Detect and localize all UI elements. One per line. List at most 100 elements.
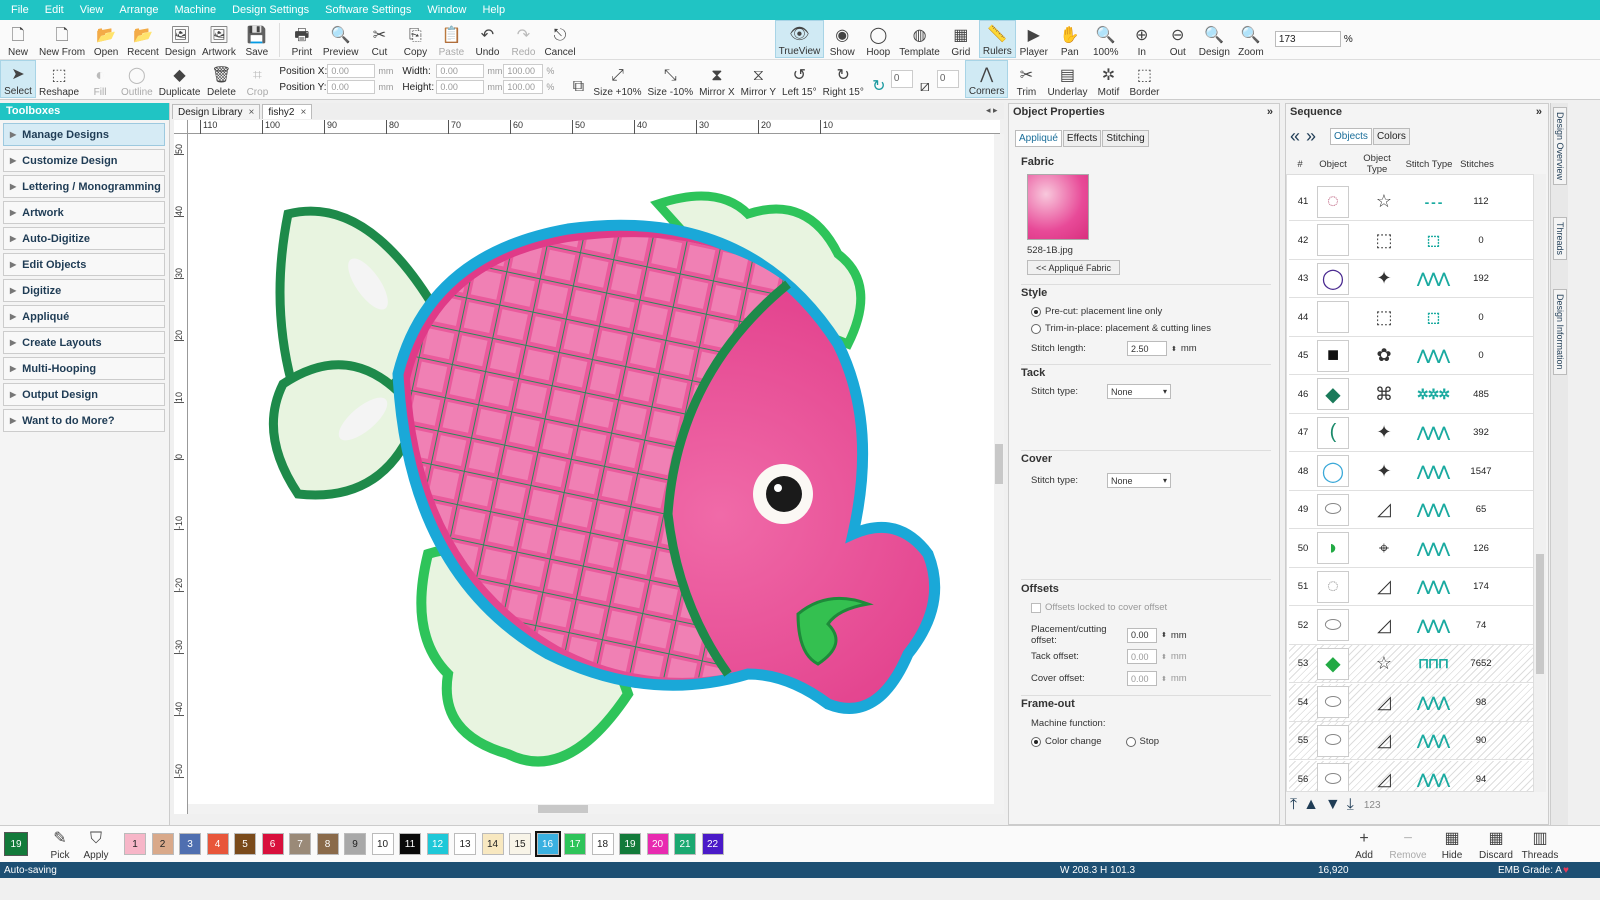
toolbox-multi-hooping[interactable]: ▶ Multi-Hooping [3,357,165,380]
side-tab-design-information[interactable]: Design Information [1553,289,1567,375]
thread-color-swatch[interactable]: 21 [674,833,696,855]
new-button[interactable]: 🗋 New [0,20,36,58]
doc-tab-design-library[interactable]: Design Library × [172,104,261,119]
tab-objects[interactable]: Objects [1330,128,1372,145]
cut-button[interactable]: ✂ Cut [361,20,397,58]
toolbox-output-design[interactable]: ▶ Output Design [3,383,165,406]
close-icon[interactable]: × [248,107,254,118]
trueview-button[interactable]: 👁 TrueView [774,20,825,58]
right-15-button[interactable]: ↻ Right 15° [820,60,867,98]
threads-button[interactable]: ▥ Threads [1518,827,1562,861]
tab-colors[interactable]: Colors [1372,128,1410,145]
toolbox-lettering-monogramming[interactable]: ▶ Lettering / Monogramming [3,175,165,198]
thread-color-swatch[interactable]: 3 [179,833,201,855]
thread-color-swatch[interactable]: 15 [509,833,531,855]
tab-effects[interactable]: Effects [1062,130,1102,147]
side-tab-threads[interactable]: Threads [1553,217,1567,261]
remove-button[interactable]: − Remove [1386,827,1430,861]
motif-button[interactable]: ✲ Motif [1090,60,1126,98]
design-canvas[interactable] [188,134,994,804]
mirror-x-button[interactable]: ⧗ Mirror X [696,60,738,98]
toolbox-artwork[interactable]: ▶ Artwork [3,201,165,224]
add-button[interactable]: + Add [1342,827,1386,861]
sequence-row[interactable]: 53 ◆ ☆ ⊓⊓⊓ 7652 [1289,645,1533,683]
zoom-button[interactable]: 🔍 Zoom [1233,20,1269,58]
move-to-top-icon[interactable]: ⤒ [1290,796,1297,814]
sequence-row[interactable]: 47 (✦ ⋀⋀⋀ 392 [1289,414,1533,452]
rotate-angle-input[interactable]: 0 [890,70,913,88]
corners-button[interactable]: ⋀ Corners [964,60,1009,98]
sequence-row[interactable]: 45 ■ ✿ ⋀⋀⋀ 0 [1289,337,1533,375]
sequence-row[interactable]: 49 ⬭ ◿ ⋀⋀⋀ 65 [1289,491,1533,529]
rulers-button[interactable]: 📏 Rulers [978,20,1016,58]
menu-arrange[interactable]: Arrange [111,4,166,16]
toolbox-customize-design[interactable]: ▶ Customize Design [3,149,165,172]
sequence-scrollbar[interactable] [1534,174,1546,792]
out-button[interactable]: ⊖ Out [1160,20,1196,58]
tab-stitching[interactable]: Stitching [1102,130,1149,147]
toolbox-want-to-do-more[interactable]: ▶ Want to do More? [3,409,165,432]
sequence-row[interactable]: 46 ◆ ⌘ ✲✲✲ 485 [1289,375,1533,414]
sequence-row[interactable]: 55 ⬭ ◿ ⋀⋀⋀ 90 [1289,722,1533,760]
sequence-forward-icon[interactable]: » [1306,126,1316,147]
thread-color-swatch[interactable]: 17 [564,833,586,855]
tack-offset-input[interactable]: 0.00 [1127,649,1157,664]
side-tab-design-overview[interactable]: Design Overview [1553,107,1567,186]
cover-offset-input[interactable]: 0.00 [1127,671,1157,686]
pan-button[interactable]: ✋ Pan [1052,20,1088,58]
paste-button[interactable]: 📋 Paste [433,20,469,58]
close-icon[interactable]: × [300,107,306,118]
delete-button[interactable]: 🗑 Delete [203,60,239,98]
crop-button[interactable]: ⌗ Crop [239,60,275,98]
thread-color-swatch[interactable]: 5 [234,833,256,855]
stitch-length-spinner-icon[interactable]: ⬍ [1171,345,1177,353]
cancel-button[interactable]: ⎋ Cancel [541,20,578,58]
menu-edit[interactable]: Edit [37,4,72,16]
save-button[interactable]: 💾 Save [239,20,275,58]
preview-button[interactable]: 🔍 Preview [320,20,362,58]
placement-offset-spinner-icon[interactable]: ⬍ [1161,631,1167,639]
undo-button[interactable]: ↶ Undo [469,20,505,58]
sequence-row[interactable]: 41 ◌ ☆ - - - 112 [1289,183,1533,221]
offsets-locked-checkbox[interactable] [1031,602,1041,613]
toolbox-create-layouts[interactable]: ▶ Create Layouts [3,331,165,354]
recent-button[interactable]: 📂 Recent [124,20,162,58]
rotate-custom-button[interactable]: ↻ [867,60,891,98]
precut-radio[interactable] [1031,306,1041,317]
template-button[interactable]: ◍ Template [896,20,943,58]
size-10-button[interactable]: ⤡ Size -10% [645,60,697,98]
player-button[interactable]: ▶ Player [1016,20,1052,58]
zoom-level-input[interactable]: 173 [1274,31,1341,47]
tab-appliqu[interactable]: Appliqué [1015,130,1062,147]
show-button[interactable]: ◉ Show [824,20,860,58]
sequence-row[interactable]: 48 ◯ ✦ ⋀⋀⋀ 1547 [1289,452,1533,491]
menu-design-settings[interactable]: Design Settings [224,4,317,16]
menu-machine[interactable]: Machine [167,4,225,16]
thread-color-swatch[interactable]: 22 [701,833,724,855]
tack-offset-spinner-icon[interactable]: ⬍ [1161,653,1167,661]
color-change-radio[interactable] [1031,736,1041,747]
border-button[interactable]: ⬚ Border [1126,60,1162,98]
thread-color-swatch[interactable]: 10 [371,833,394,855]
menu-software-settings[interactable]: Software Settings [317,4,419,16]
width-percent-input[interactable]: 100.00 [503,64,544,78]
sequence-row[interactable]: 56 ⬭ ◿ ⋀⋀⋀ 94 [1289,760,1533,791]
hoop-button[interactable]: ◯ Hoop [860,20,896,58]
lock-proportion-button[interactable]: ⧉ [566,60,590,98]
thread-color-swatch[interactable]: 8 [316,833,339,855]
skew-button[interactable]: ⧄ [913,60,937,98]
print-button[interactable]: 🖶 Print [284,20,320,58]
design-button[interactable]: 🖼 Design [162,20,199,58]
artwork-button[interactable]: 🖼 Artwork [199,20,239,58]
new-from-button[interactable]: 🗋 New From [36,20,88,58]
thread-color-swatch[interactable]: 4 [206,833,229,855]
mirror-y-button[interactable]: ⧖ Mirror Y [738,60,779,98]
pick-color-button[interactable]: ✎ Pick [42,827,78,861]
panel-collapse-icon[interactable]: » [1536,104,1542,120]
position-x-input[interactable]: 0.00 [327,64,376,78]
hide-button[interactable]: ▦ Hide [1430,827,1474,861]
toolbox-edit-objects[interactable]: ▶ Edit Objects [3,253,165,276]
position-y-input[interactable]: 0.00 [327,80,376,94]
toolbox-digitize[interactable]: ▶ Digitize [3,279,165,302]
size-10-button[interactable]: ⤢ Size +10% [590,60,644,98]
